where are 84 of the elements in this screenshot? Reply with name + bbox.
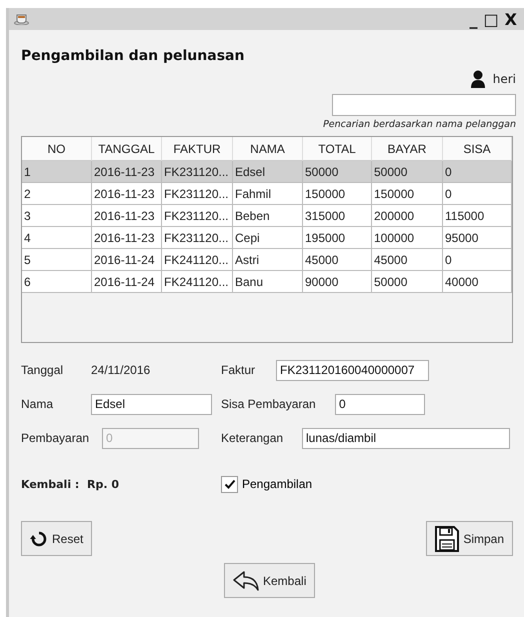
field-label: Faktur	[221, 363, 256, 377]
table-row[interactable]: 2 2016-11-23 FK231120... Fahmil 150000 150000 0	[22, 183, 512, 205]
table-cell: FK241120...	[162, 271, 233, 293]
table-cell: 50000	[372, 271, 443, 293]
field-label: Nama	[21, 397, 54, 411]
save-button[interactable]: Simpan	[426, 521, 513, 556]
refresh-icon	[30, 530, 48, 548]
text-field[interactable]: lunas/diambil	[302, 428, 510, 448]
table-cell: 100000	[372, 227, 443, 249]
table-cell: 200000	[372, 205, 443, 227]
column-header[interactable]: NAMA	[233, 137, 303, 161]
table-cell: 2016-11-24	[92, 271, 162, 293]
column-header[interactable]: TANGGAL	[92, 137, 162, 161]
user-icon	[470, 70, 485, 88]
table-cell: FK231120...	[162, 183, 233, 205]
field-label: Tanggal	[21, 363, 64, 377]
table-cell: 40000	[443, 271, 512, 293]
text-field[interactable]: 0	[335, 394, 425, 414]
table-cell: FK231120...	[162, 161, 233, 183]
table-cell: 2016-11-23	[92, 205, 162, 227]
table-cell: 195000	[303, 227, 372, 249]
table-cell: Edsel	[233, 161, 303, 183]
table-cell: 2016-11-23	[92, 183, 162, 205]
text-field[interactable]: Edsel	[91, 394, 212, 414]
table-cell: 2016-11-23	[92, 227, 162, 249]
table-cell: 115000	[443, 205, 512, 227]
pengambilan-checkbox[interactable]: Pengambilan	[221, 476, 312, 492]
table-cell: 45000	[303, 249, 372, 271]
table-cell: 3	[22, 205, 92, 227]
table-cell: 90000	[303, 271, 372, 293]
table-cell: 315000	[303, 205, 372, 227]
table-row[interactable]: 1 2016-11-23 FK231120... Edsel 50000 50000 0	[22, 161, 512, 183]
change-amount: Kembali : Rp. 0	[21, 478, 119, 490]
table-cell: 0	[443, 183, 512, 205]
table-cell: 95000	[443, 227, 512, 249]
table-cell: 2	[22, 183, 92, 205]
table-cell: 50000	[303, 161, 372, 183]
save-icon	[435, 526, 460, 552]
table-cell: 4	[22, 227, 92, 249]
column-header[interactable]: BAYAR	[372, 137, 443, 161]
table-cell: 1	[22, 161, 92, 183]
table-cell: 0	[443, 161, 512, 183]
table-cell: Cepi	[233, 227, 303, 249]
reset-button[interactable]: Reset	[21, 521, 92, 556]
field-label: Sisa Pembayaran	[221, 397, 317, 411]
text-field[interactable]: FK231120160040000007	[276, 360, 429, 380]
date-value: 24/11/2016	[91, 363, 150, 377]
table-row[interactable]: 3 2016-11-23 FK231120... Beben 315000 200000 115000	[22, 205, 512, 227]
window-button[interactable]: □	[480, 10, 502, 28]
back-button[interactable]: Kembali	[224, 563, 316, 598]
search-hint: Pencarian berdasarkan nama pelanggan	[323, 119, 516, 130]
field-label: Pembayaran	[21, 431, 90, 445]
cup-icon	[14, 13, 29, 25]
page-title: Pengambilan dan pelunasan	[21, 48, 246, 64]
table-cell: 5	[22, 249, 92, 271]
window-button[interactable]: _	[466, 10, 481, 28]
table-cell: 150000	[303, 183, 372, 205]
table-cell: Fahmil	[233, 183, 303, 205]
table-cell: 6	[22, 271, 92, 293]
table-cell: 0	[443, 249, 512, 271]
column-header[interactable]: NO	[22, 137, 92, 161]
window-button[interactable]: X	[502, 10, 520, 28]
user-name: heri	[492, 72, 516, 86]
table-cell: 2016-11-23	[92, 161, 162, 183]
table-cell: FK231120...	[162, 205, 233, 227]
table-cell: 45000	[372, 249, 443, 271]
table-cell: 2016-11-24	[92, 249, 162, 271]
column-header[interactable]: TOTAL	[303, 137, 372, 161]
back-arrow-icon	[233, 570, 259, 590]
table-cell: Banu	[233, 271, 303, 293]
table-cell: Beben	[233, 205, 303, 227]
column-header[interactable]: FAKTUR	[162, 137, 233, 161]
field-label: Keterangan	[221, 431, 284, 445]
table-cell: Astri	[233, 249, 303, 271]
check-icon	[224, 478, 236, 490]
table-row[interactable]: 5 2016-11-24 FK241120... Astri 45000 45000 0	[22, 249, 512, 271]
table-row[interactable]: 4 2016-11-23 FK231120... Cepi 195000 100000 95000	[22, 227, 512, 249]
table-cell: 50000	[372, 161, 443, 183]
column-header[interactable]: SISA	[443, 137, 512, 161]
table-cell: FK241120...	[162, 249, 233, 271]
table-cell: 150000	[372, 183, 443, 205]
table-cell: FK231120...	[162, 227, 233, 249]
table-row[interactable]: 6 2016-11-24 FK241120... Banu 90000 50000 40000	[22, 271, 512, 293]
search-field[interactable]	[332, 94, 516, 116]
